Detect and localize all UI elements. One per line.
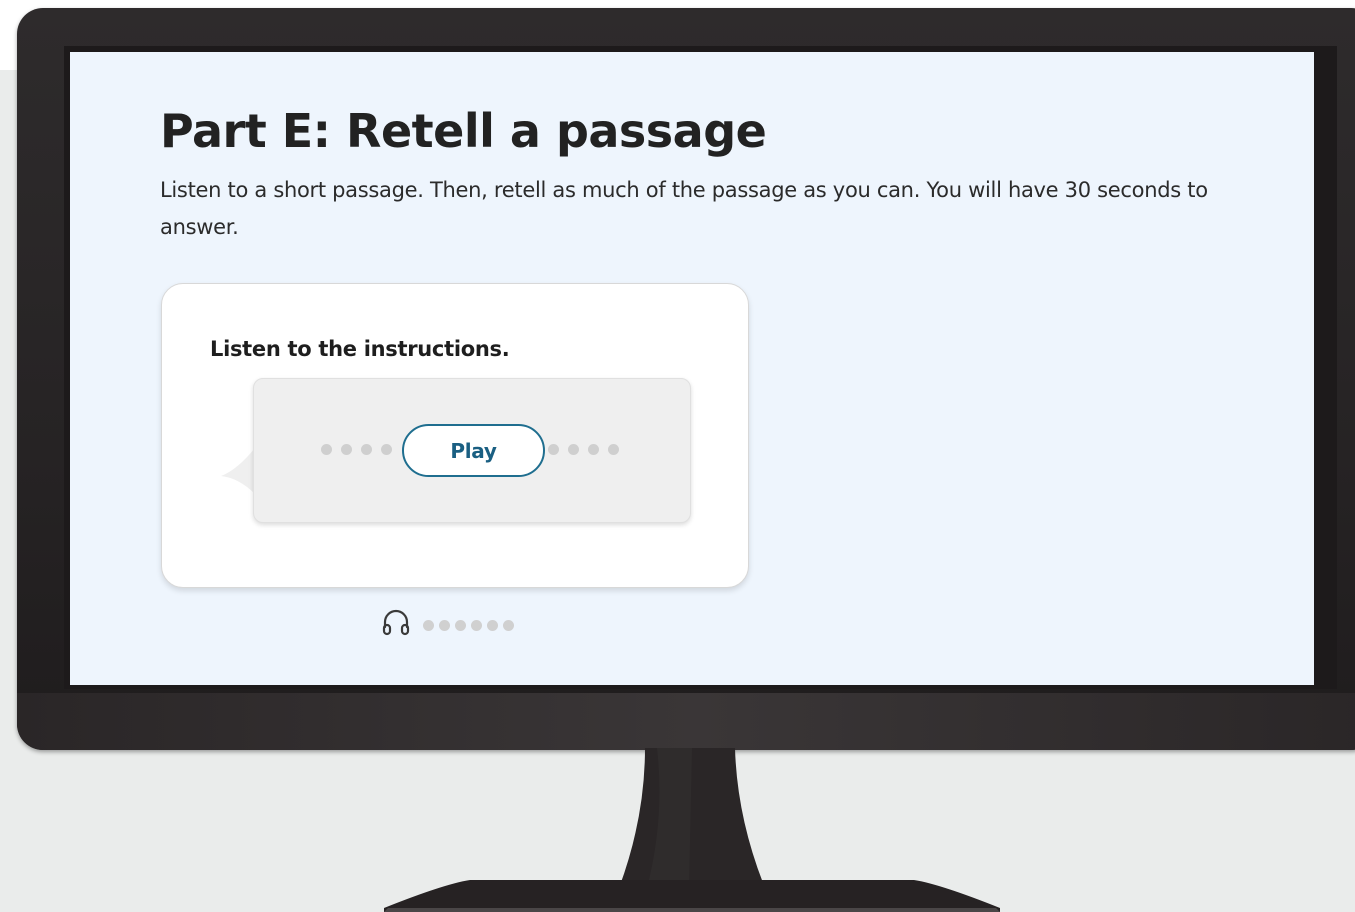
audio-progress-dot [471, 619, 482, 631]
screen: Part E: Retell a passage Listen to a sho… [70, 52, 1314, 685]
monitor-stand-neck [619, 748, 765, 888]
waveform-dot [381, 444, 392, 455]
waveform-dot [608, 444, 619, 455]
headphones-icon [382, 609, 410, 636]
audio-progress-dot [423, 619, 434, 631]
audio-progress-dot [439, 619, 450, 631]
task-instructions: Listen to a short passage. Then, retell … [160, 178, 1208, 239]
waveform-dots-right [548, 444, 619, 455]
listen-card: Listen to the instructions. Play [161, 283, 749, 588]
audio-status [381, 607, 514, 637]
page-title: Part E: Retell a passage [160, 104, 767, 158]
audio-progress-dots [423, 619, 514, 631]
waveform-dot [321, 444, 332, 455]
waveform-dot [361, 444, 372, 455]
waveform-dot [341, 444, 352, 455]
play-button[interactable]: Play [402, 424, 545, 477]
monitor-chin [17, 693, 1355, 750]
audio-prompt-bubble: Play [253, 378, 691, 523]
monitor-stand-base [384, 880, 1000, 912]
waveform-dots-left [321, 444, 392, 455]
audio-progress-dot [503, 619, 514, 631]
waveform-dot [588, 444, 599, 455]
waveform-dot [548, 444, 559, 455]
card-label: Listen to the instructions. [210, 337, 510, 361]
audio-progress-dot [455, 619, 466, 631]
waveform-dot [568, 444, 579, 455]
speech-bubble-tail [221, 448, 255, 494]
audio-progress-dot [487, 619, 498, 631]
